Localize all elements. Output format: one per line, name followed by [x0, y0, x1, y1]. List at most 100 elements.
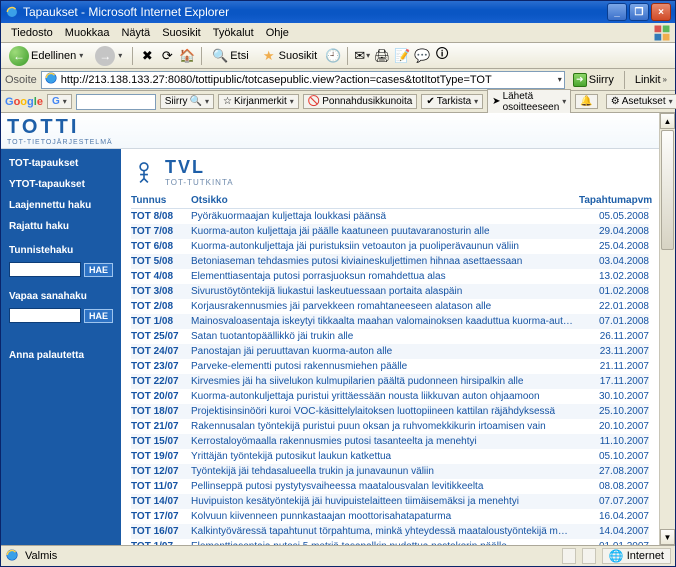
scroll-thumb[interactable]	[661, 130, 674, 250]
case-id-link[interactable]: TOT 19/07	[131, 450, 191, 463]
case-id-link[interactable]: TOT 21/07	[131, 420, 191, 433]
case-id-link[interactable]: TOT 6/08	[131, 240, 191, 253]
case-title-link[interactable]: Parveke-elementti putosi rakennusmiehen …	[191, 360, 579, 373]
header-id[interactable]: Tunnus	[131, 195, 191, 206]
case-title-link[interactable]: Rakennusalan työntekijä puristui puun ok…	[191, 420, 579, 433]
print-icon[interactable]: 🖨	[374, 48, 390, 64]
forward-button[interactable]: → ▾	[91, 44, 126, 68]
sidebar-feedback[interactable]: Anna palautetta	[1, 347, 121, 364]
menu-edit[interactable]: Muokkaa	[59, 25, 116, 41]
case-date: 22.01.2008	[579, 300, 649, 313]
case-id-link[interactable]: TOT 2/08	[131, 300, 191, 313]
case-title-link[interactable]: Pyöräkuormaajan kuljettaja loukkasi pään…	[191, 210, 579, 223]
menu-tools[interactable]: Työkalut	[207, 25, 260, 41]
url-input[interactable]	[61, 73, 555, 87]
favorites-button[interactable]: ★ Suosikit	[257, 47, 322, 65]
case-title-link[interactable]: Kuorma-autonkuljettaja jäi puristuksiin …	[191, 240, 579, 253]
case-id-link[interactable]: TOT 17/07	[131, 510, 191, 523]
case-id-link[interactable]: TOT 5/08	[131, 255, 191, 268]
case-id-link[interactable]: TOT 1/08	[131, 315, 191, 328]
edit-icon[interactable]: 📝	[394, 48, 410, 64]
case-id-link[interactable]: TOT 18/07	[131, 405, 191, 418]
case-title-link[interactable]: Kuorma-autonkuljettaja puristui yrittäes…	[191, 390, 579, 403]
vertical-scrollbar[interactable]: ▲ ▼	[659, 113, 675, 545]
id-search-input[interactable]	[9, 262, 81, 277]
id-search-button[interactable]: HAE	[84, 263, 113, 277]
history-icon[interactable]: 🕘	[325, 48, 341, 64]
case-title-link[interactable]: Mainosvaloasentaja iskeytyi tikkaalta ma…	[191, 315, 579, 328]
case-title-link[interactable]: Elementtiasentaja putosi 5 metriä tasapa…	[191, 540, 579, 545]
google-send-button[interactable]: ➤ Lähetä osoitteeseen▾	[487, 89, 571, 115]
menu-file[interactable]: Tiedosto	[5, 25, 59, 41]
forward-arrow-icon: →	[95, 46, 115, 66]
links-button[interactable]: Linkit »	[631, 73, 671, 87]
menu-favorites[interactable]: Suosikit	[156, 25, 207, 41]
case-id-link[interactable]: TOT 15/07	[131, 435, 191, 448]
google-check-button[interactable]: ✔ Tarkista▾	[421, 94, 483, 109]
case-id-link[interactable]: TOT 11/07	[131, 480, 191, 493]
mail-icon[interactable]: ✉▾	[354, 48, 370, 64]
google-bookmarks-button[interactable]: ☆ Kirjanmerkit▾	[218, 94, 299, 109]
google-notif-button[interactable]: 🔔	[575, 94, 597, 109]
case-id-link[interactable]: TOT 14/07	[131, 495, 191, 508]
refresh-icon[interactable]: ⟳	[159, 48, 175, 64]
case-id-link[interactable]: TOT 20/07	[131, 390, 191, 403]
header-date[interactable]: Tapahtumapvm	[579, 195, 649, 206]
google-search-input[interactable]	[76, 94, 156, 110]
case-id-link[interactable]: TOT 25/07	[131, 330, 191, 343]
discuss-icon[interactable]: 💬	[414, 48, 430, 64]
case-id-link[interactable]: TOT 1/07	[131, 540, 191, 545]
minimize-button[interactable]: _	[607, 3, 627, 21]
google-brand-button[interactable]: G▾	[47, 94, 72, 109]
menu-view[interactable]: Näytä	[115, 25, 156, 41]
case-title-link[interactable]: Kolvuun kiivenneen punnkastaajan moottor…	[191, 510, 579, 523]
case-title-link[interactable]: Satan tuotantopäällikkö jäi trukin alle	[191, 330, 579, 343]
google-settings-button[interactable]: ⚙ Asetukset▾	[606, 94, 676, 109]
sidebar-item-tot[interactable]: TOT-tapaukset	[1, 155, 121, 172]
menu-help[interactable]: Ohje	[260, 25, 295, 41]
stop-icon[interactable]: ✖	[139, 48, 155, 64]
research-icon[interactable]: 🛈	[434, 48, 450, 64]
case-id-link[interactable]: TOT 16/07	[131, 525, 191, 538]
sidebar-item-limited[interactable]: Rajattu haku	[1, 218, 121, 235]
case-id-link[interactable]: TOT 4/08	[131, 270, 191, 283]
case-id-link[interactable]: TOT 23/07	[131, 360, 191, 373]
google-popups-button[interactable]: 🚫 Ponnahdusikkunoita	[303, 94, 418, 109]
case-id-link[interactable]: TOT 7/08	[131, 225, 191, 238]
case-title-link[interactable]: Betoniaseman tehdasmies putosi kiviaines…	[191, 255, 579, 268]
case-title-link[interactable]: Kirvesmies jäi ha siivelukon kulmupilari…	[191, 375, 579, 388]
case-title-link[interactable]: Yrittäjän työntekijä putosikut laukun ka…	[191, 450, 579, 463]
case-title-link[interactable]: Kerrostaloyömaalla rakennusmies putosi t…	[191, 435, 579, 448]
go-label: Siirry	[589, 74, 614, 86]
case-id-link[interactable]: TOT 22/07	[131, 375, 191, 388]
sidebar-item-ytot[interactable]: YTOT-tapaukset	[1, 176, 121, 193]
scroll-up-button[interactable]: ▲	[660, 113, 675, 129]
case-title-link[interactable]: Työntekijä jäi tehdasalueella trukin ja …	[191, 465, 579, 478]
case-id-link[interactable]: TOT 24/07	[131, 345, 191, 358]
case-id-link[interactable]: TOT 12/07	[131, 465, 191, 478]
google-go-button[interactable]: Siirry 🔍▾	[160, 94, 214, 109]
sidebar-item-advanced[interactable]: Laajennettu haku	[1, 197, 121, 214]
case-id-link[interactable]: TOT 3/08	[131, 285, 191, 298]
back-button[interactable]: ← Edellinen ▾	[5, 44, 87, 68]
header-title[interactable]: Otsikko	[191, 195, 579, 206]
go-button[interactable]: ➜ Siirry	[569, 72, 618, 88]
case-title-link[interactable]: Huvipuiston kesätyöntekijä jäi huvipuist…	[191, 495, 579, 508]
case-title-link[interactable]: Kalkintyöväressä tapahtunut törpahtuma, …	[191, 525, 579, 538]
free-search-button[interactable]: HAE	[84, 309, 113, 323]
maximize-button[interactable]: ❐	[629, 3, 649, 21]
close-button[interactable]: ×	[651, 3, 671, 21]
case-title-link[interactable]: Panostajan jäi peruuttavan kuorma-auton …	[191, 345, 579, 358]
url-dropdown-icon[interactable]: ▾	[558, 75, 562, 84]
case-title-link[interactable]: Elementtiasentaja putosi porrasjuoksun r…	[191, 270, 579, 283]
case-title-link[interactable]: Kuorma-auton kuljettaja jäi päälle kaatu…	[191, 225, 579, 238]
case-title-link[interactable]: Pellinseppä putosi pystytysvaiheessa maa…	[191, 480, 579, 493]
scroll-down-button[interactable]: ▼	[660, 529, 675, 545]
search-button[interactable]: 🔍 Etsi	[208, 47, 252, 65]
case-title-link[interactable]: Sivurustöytöntekijä liukastui laskeutues…	[191, 285, 579, 298]
free-search-input[interactable]	[9, 308, 81, 323]
case-title-link[interactable]: Korjausrakennusmies jäi parvekkeen romah…	[191, 300, 579, 313]
home-icon[interactable]: 🏠	[179, 48, 195, 64]
case-title-link[interactable]: Projektisinsinööri kuroi VOC-käsittelyla…	[191, 405, 579, 418]
case-id-link[interactable]: TOT 8/08	[131, 210, 191, 223]
